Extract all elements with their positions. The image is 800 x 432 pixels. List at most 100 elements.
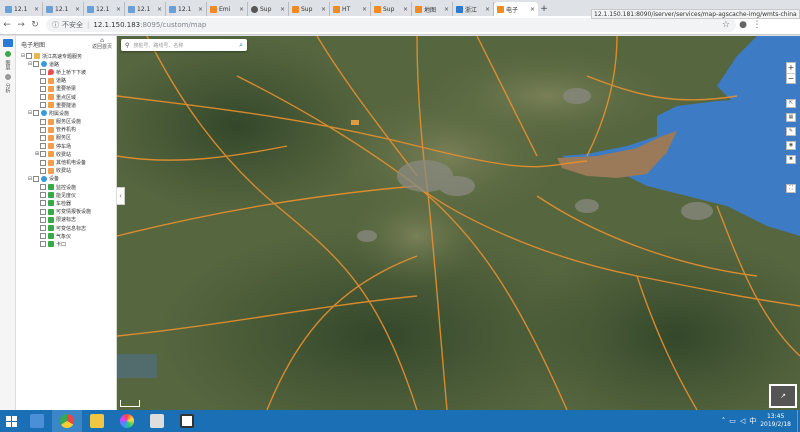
tree-node[interactable]: 桥上桥下下坡: [20, 68, 116, 76]
fullscreen-icon[interactable]: ⛶: [786, 184, 796, 193]
tree-node[interactable]: ⊟ 道路: [20, 60, 116, 68]
close-tab-icon[interactable]: ×: [321, 6, 326, 13]
tree-node[interactable]: 卡口: [20, 240, 116, 248]
close-tab-icon[interactable]: ×: [75, 6, 80, 13]
layer-checkbox[interactable]: [33, 61, 39, 68]
tree-node[interactable]: 停车场: [20, 142, 116, 150]
layer-checkbox[interactable]: [26, 53, 32, 60]
browser-tab[interactable]: 12.1 ×: [2, 2, 43, 16]
layer-switch-icon[interactable]: ▦: [786, 113, 796, 122]
layer-checkbox[interactable]: [40, 167, 46, 174]
browser-tab[interactable]: Sup ×: [248, 2, 289, 16]
clear-tool-icon[interactable]: ✖: [786, 155, 796, 164]
taskbar-chrome[interactable]: [52, 410, 82, 432]
bookmark-star-icon[interactable]: ☆: [722, 20, 730, 30]
tree-node[interactable]: 重要隧道: [20, 101, 116, 109]
layer-checkbox[interactable]: [33, 110, 39, 117]
close-tab-icon[interactable]: ×: [116, 6, 121, 13]
browser-tab[interactable]: 12.1 ×: [84, 2, 125, 16]
tree-node[interactable]: 可变信息标志: [20, 224, 116, 232]
tree-node[interactable]: 收费站: [20, 167, 116, 175]
layer-checkbox[interactable]: [40, 134, 46, 141]
locate-icon[interactable]: ◉: [786, 141, 796, 150]
home-button[interactable]: ⌂ 返回首页: [92, 38, 112, 51]
taskbar-app[interactable]: [172, 410, 202, 432]
tree-node[interactable]: ⊟ 设备: [20, 175, 116, 183]
layers-icon[interactable]: [4, 51, 11, 57]
browser-tab[interactable]: HT ×: [330, 2, 371, 16]
close-tab-icon[interactable]: ×: [34, 6, 39, 13]
layer-checkbox[interactable]: [40, 241, 46, 248]
taskbar-java[interactable]: [142, 410, 172, 432]
tree-node[interactable]: 重点区域: [20, 93, 116, 101]
volume-icon[interactable]: ◁: [740, 417, 745, 425]
info-icon[interactable]: ⓘ: [52, 20, 59, 30]
tree-node[interactable]: 管养机构: [20, 126, 116, 134]
tree-node[interactable]: 服务区: [20, 134, 116, 142]
browser-tab[interactable]: Emi ×: [207, 2, 248, 16]
layer-checkbox[interactable]: [40, 208, 46, 215]
draw-tool-icon[interactable]: ✎: [786, 127, 796, 136]
analysis-icon[interactable]: [4, 74, 11, 80]
browser-menu-icon[interactable]: ⋮: [750, 20, 764, 30]
tree-node[interactable]: 服务区设施: [20, 118, 116, 126]
taskbar-color[interactable]: [112, 410, 142, 432]
layer-checkbox[interactable]: [40, 200, 46, 207]
browser-tab[interactable]: 12.1 ×: [125, 2, 166, 16]
close-tab-icon[interactable]: ×: [362, 6, 367, 13]
layer-checkbox[interactable]: [33, 175, 39, 182]
ime-icon[interactable]: 中: [749, 416, 756, 426]
layer-checkbox[interactable]: [40, 94, 46, 101]
layer-checkbox[interactable]: [40, 233, 46, 240]
url-input[interactable]: ⓘ 不安全 | 12.1.150.183:8095/custom/map ☆: [46, 18, 736, 32]
tree-node[interactable]: 监控设施: [20, 183, 116, 191]
clock[interactable]: 13:45 2019/2/18: [760, 413, 791, 429]
browser-tab[interactable]: 12.1 ×: [43, 2, 84, 16]
layer-checkbox[interactable]: [40, 85, 46, 92]
tree-node[interactable]: 其他机电设备: [20, 158, 116, 166]
layer-checkbox[interactable]: [40, 184, 46, 191]
tree-node[interactable]: 重要桥梁: [20, 85, 116, 93]
close-tab-icon[interactable]: ×: [280, 6, 285, 13]
layer-checkbox[interactable]: [40, 225, 46, 232]
close-tab-icon[interactable]: ×: [444, 6, 449, 13]
zoom-out-button[interactable]: −: [787, 73, 795, 83]
browser-tab[interactable]: 地图 ×: [412, 2, 453, 16]
account-icon[interactable]: ●: [736, 20, 750, 30]
close-tab-icon[interactable]: ×: [403, 6, 408, 13]
close-tab-icon[interactable]: ×: [198, 6, 203, 13]
close-tab-icon[interactable]: ×: [530, 6, 535, 13]
measure-tool-icon[interactable]: ⇱: [786, 99, 796, 108]
map-view[interactable]: ⚲ 搜桩号、路线号、名称 ⌕ + − ⇱ ▦ ✎ ◉ ✖ ⛶ ↗: [117, 36, 800, 410]
layer-checkbox[interactable]: [40, 159, 46, 166]
rail-item-layers[interactable]: 图层: [4, 60, 12, 70]
forward-button[interactable]: →: [14, 20, 28, 30]
tree-node[interactable]: 能见度仪: [20, 191, 116, 199]
tray-chevron-icon[interactable]: ˄: [722, 417, 726, 425]
start-button[interactable]: [0, 410, 22, 432]
back-button[interactable]: ←: [0, 20, 14, 30]
map-search-box[interactable]: ⚲ 搜桩号、路线号、名称 ⌕: [121, 39, 247, 51]
reload-button[interactable]: ↻: [28, 20, 42, 30]
layer-checkbox[interactable]: [40, 151, 46, 158]
tree-node[interactable]: 可变情报板设施: [20, 208, 116, 216]
layer-checkbox[interactable]: [40, 216, 46, 223]
rail-item-analysis[interactable]: 分析: [4, 83, 12, 93]
taskbar-store[interactable]: [22, 410, 52, 432]
browser-tab[interactable]: Sup ×: [289, 2, 330, 16]
search-input[interactable]: 搜桩号、路线号、名称: [133, 42, 183, 49]
tree-node[interactable]: ⊟ 浙江高速专题服务: [20, 52, 116, 60]
tree-node[interactable]: 车检器: [20, 199, 116, 207]
collapse-panel-button[interactable]: ‹: [117, 187, 125, 205]
browser-tab[interactable]: 浙江 ×: [453, 2, 494, 16]
layer-checkbox[interactable]: [40, 126, 46, 133]
basemap-switcher[interactable]: ↗: [769, 384, 797, 408]
browser-tab[interactable]: 电子 ×: [494, 2, 538, 16]
close-tab-icon[interactable]: ×: [157, 6, 162, 13]
zoom-in-button[interactable]: +: [787, 63, 795, 73]
filter-icon[interactable]: ⚲: [125, 42, 129, 49]
tree-node[interactable]: ⊟ 附属设施: [20, 109, 116, 117]
close-tab-icon[interactable]: ×: [239, 6, 244, 13]
search-icon[interactable]: ⌕: [239, 41, 243, 50]
layer-checkbox[interactable]: [40, 118, 46, 125]
